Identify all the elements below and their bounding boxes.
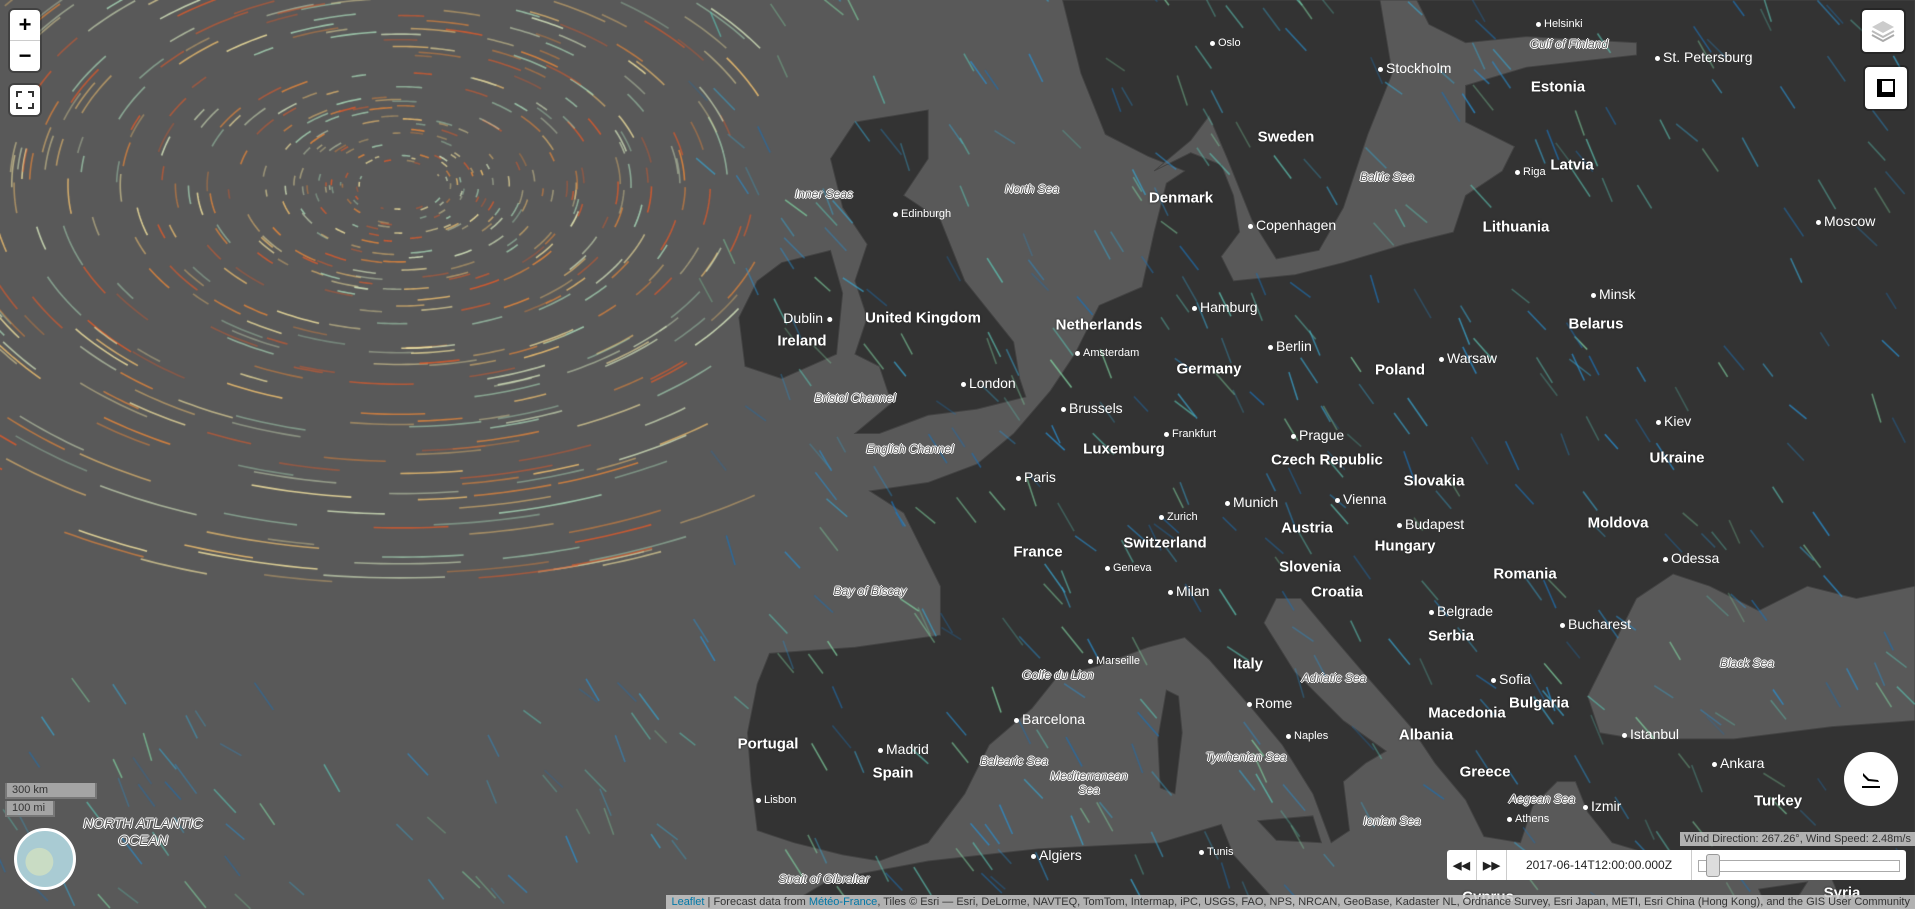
- layers-button[interactable]: [1862, 10, 1904, 52]
- fullscreen-button[interactable]: [10, 85, 40, 115]
- ruler-button[interactable]: [1865, 67, 1907, 109]
- time-slider[interactable]: [1692, 850, 1906, 880]
- flight-land-icon: [1862, 773, 1880, 788]
- scale-metric: 300 km: [5, 783, 97, 799]
- flight-button[interactable]: [1844, 752, 1898, 806]
- meteo-france-link[interactable]: Météo-France: [809, 896, 877, 908]
- timeline-control: ◀◀ ▶▶ 2017-06-14T12:00:00.000Z: [1447, 850, 1906, 880]
- step-forward-button[interactable]: ▶▶: [1477, 850, 1507, 880]
- basemap: [738, 0, 1915, 909]
- fullscreen-icon: [16, 91, 34, 109]
- current-time: 2017-06-14T12:00:00.000Z: [1507, 850, 1692, 880]
- ruler-icon: [1877, 79, 1895, 97]
- zoom-in-button[interactable]: +: [10, 10, 40, 41]
- time-slider-thumb[interactable]: [1705, 854, 1720, 877]
- land-sicily: [1256, 815, 1323, 844]
- land-corsica-sardinia: [1157, 689, 1183, 795]
- land-ireland: [738, 249, 844, 380]
- zoom-out-button[interactable]: −: [10, 41, 40, 71]
- fast-rewind-icon: ◀◀: [1453, 859, 1470, 872]
- wind-info: Wind Direction: 267.26°, Wind Speed: 2.4…: [1680, 832, 1915, 846]
- attribution: Leaflet | Forecast data from Météo-Franc…: [666, 895, 1915, 909]
- attribution-tiles: , Tiles © Esri — Esri, DeLorme, NAVTEQ, …: [877, 896, 1910, 908]
- map-canvas[interactable]: Sweden Estonia Latvia Lithuania Denmark Belar…: [0, 0, 1915, 909]
- step-back-button[interactable]: ◀◀: [1447, 850, 1477, 880]
- leaflet-link[interactable]: Leaflet: [671, 896, 704, 908]
- fast-forward-icon: ▶▶: [1483, 859, 1500, 872]
- layers-icon: [1871, 21, 1895, 43]
- land-uk: [829, 109, 1027, 435]
- globe-minimap[interactable]: [14, 828, 76, 890]
- zoom-control: + −: [10, 10, 40, 71]
- time-slider-track: [1698, 860, 1900, 872]
- scale-imperial: 100 mi: [5, 801, 55, 817]
- attribution-text: | Forecast data from: [704, 896, 809, 908]
